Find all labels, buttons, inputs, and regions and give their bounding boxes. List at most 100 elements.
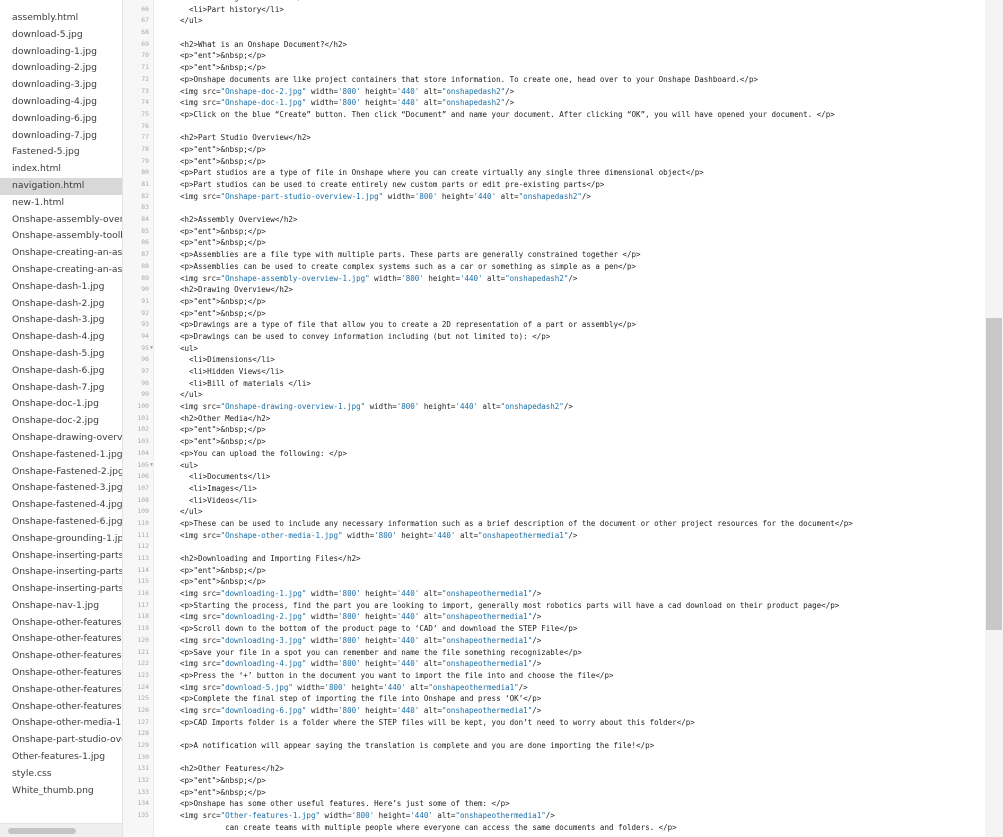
file-item[interactable]: Fastened-5.jpg [0,144,122,161]
file-item[interactable]: Onshape-other-features-2. [0,615,122,632]
file-item[interactable]: Onshape-inserting-parts-1. [0,548,122,565]
file-item[interactable]: downloading-2.jpg [0,60,122,77]
file-item[interactable]: style.css [0,766,122,783]
file-item[interactable]: downloading-6.jpg [0,111,122,128]
file-item[interactable]: Onshape-dash-7.jpg [0,380,122,397]
file-item[interactable]: Onshape-inserting-parts-3. [0,581,122,598]
file-item[interactable]: Onshape-other-features-4. [0,648,122,665]
line-number: 68 [141,28,149,37]
file-item[interactable]: assembly.html [0,10,122,27]
code-line: 90 <h2>Drawing Overview</h2> [123,284,985,296]
code-text: <h2>Drawing Overview</h2> [180,285,293,295]
file-item[interactable]: Onshape-dash-5.jpg [0,346,122,363]
vertical-scroll-thumb[interactable] [986,318,1002,630]
line-number: 88 [141,261,149,270]
code-line: 71 <p>"ent">&nbsp;</p> [123,62,985,74]
file-item[interactable]: Onshape-creating-an-asse [0,262,122,279]
line-number: 118 [137,612,149,621]
line-number: 98 [141,378,149,387]
file-item[interactable]: new-1.html [0,195,122,212]
code-line: 110 <p>These can be used to include any n… [123,518,985,530]
file-item[interactable]: Onshape-fastened-6.jpg [0,514,122,531]
code-line: 115 <p>"ent">&nbsp;</p> [123,576,985,588]
vertical-scrollbar[interactable] [985,0,1003,837]
file-item[interactable]: Onshape-dash-4.jpg [0,329,122,346]
file-item[interactable]: Other-features-1.jpg [0,749,122,766]
code-line: 83 [123,202,985,214]
line-number: 125 [137,694,149,703]
file-item[interactable]: Onshape-creating-an-asse [0,245,122,262]
file-item[interactable]: downloading-3.jpg [0,77,122,94]
code-line: 105 ▼ <ul> [123,460,985,472]
file-item[interactable]: Onshape-fastened-4.jpg [0,497,122,514]
code-line: 87 <p>Assemblies are a file type with mul… [123,249,985,261]
code-line: 123 <p>Press the ‘+’ button in the docume… [123,670,985,682]
line-number: 120 [137,635,149,644]
file-item[interactable]: navigation.html [0,177,122,195]
file-item[interactable]: Onshape-grounding-1.jpg [0,531,122,548]
file-item[interactable]: Onshape-other-features-7. [0,699,122,716]
code-text: <p>Part studios can be used to create en… [180,180,605,189]
file-item[interactable]: download-5.jpg [0,27,122,44]
file-item[interactable]: downloading-7.jpg [0,128,122,145]
file-item[interactable]: Onshape-fastened-3.jpg [0,480,122,497]
file-item[interactable]: Onshape-assembly-overv [0,212,122,229]
line-number: 134 [137,799,149,808]
code-line: 78 <p>"ent">&nbsp;</p> [123,144,985,156]
line-number: 93 [141,320,149,329]
code-line: 66 <li>Part history</li> [123,4,985,16]
file-item[interactable]: White_thumb.png [0,783,122,800]
file-item[interactable]: Onshape-part-studio-overv [0,732,122,749]
line-number: 119 [137,624,149,633]
line-number: 83 [141,203,149,212]
fold-arrow-icon[interactable]: ▼ [150,460,153,472]
code-text: <p>"ent">&nbsp;</p> [180,577,266,587]
file-item[interactable]: Onshape-dash-3.jpg [0,312,122,329]
code-line: 128 [123,728,985,740]
file-item[interactable]: Onshape-assembly-toolba [0,228,122,245]
code-text: <h2>Other Features</h2> [180,764,284,774]
line-number: 74 [141,98,149,107]
line-number: 75 [141,109,149,118]
file-item[interactable]: Onshape-drawing-overview [0,430,122,447]
file-item[interactable]: Onshape-fastened-1.jpg [0,447,122,464]
line-number: 121 [137,647,149,656]
file-item[interactable]: Onshape-Fastened-2.jpg [0,464,122,481]
code-text: <img src="Onshape-other-media-1.jpg" wid… [180,530,578,540]
sidebar-horizontal-scrollbar[interactable] [0,823,122,837]
file-item[interactable]: Onshape-other-features-3. [0,631,122,648]
code-line: 77 <h2>Part Studio Overview</h2> [123,132,985,144]
code-area[interactable]: 65 <li>Sharing information</li>66 <li>Pa… [123,0,985,834]
code-line: 129 <p>A notification will appear saying … [123,740,985,752]
file-item[interactable]: downloading-4.jpg [0,94,122,111]
file-item[interactable]: Onshape-doc-2.jpg [0,413,122,430]
file-sidebar: assembly.html download-5.jpg downloading-1… [0,0,123,837]
file-item[interactable]: Onshape-dash-2.jpg [0,296,122,313]
file-item[interactable]: Onshape-inserting-parts-2. [0,564,122,581]
code-text: <img src="download-5.jpg" width='800' he… [180,682,528,692]
file-item[interactable]: downloading-1.jpg [0,44,122,61]
code-line: 121 <p>Save your file in a spot you can r… [123,647,985,659]
line-number: 131 [137,764,149,773]
code-text: <p>Drawings can be used to convey inform… [180,331,551,341]
line-number: 91 [141,296,149,305]
code-editor[interactable]: 65 <li>Sharing information</li>66 <li>Pa… [123,0,1003,837]
file-item[interactable]: index.html [0,161,122,178]
file-item[interactable]: Onshape-nav-1.jpg [0,598,122,615]
code-text: <p>"ent">&nbsp;</p> [180,296,266,306]
file-item[interactable]: Onshape-other-features-6. [0,682,122,699]
file-item[interactable]: Onshape-dash-6.jpg [0,363,122,380]
fold-arrow-icon[interactable]: ▼ [150,343,153,355]
code-text: <p>"ent">&nbsp;</p> [180,226,266,236]
code-line: 131 <h2>Other Features</h2> [123,763,985,775]
file-item[interactable]: Onshape-dash-1.jpg [0,279,122,296]
file-item[interactable]: Onshape-doc-1.jpg [0,396,122,413]
line-number: 87 [141,250,149,259]
file-item[interactable]: Onshape-other-media-1.jpg [0,715,122,732]
code-line: 134 <p>Onshape has some other useful feat… [123,798,985,810]
sidebar-scroll-thumb[interactable] [8,828,76,834]
code-text: <p>Save your file in a spot you can reme… [180,647,582,657]
line-number: 78 [141,144,149,153]
file-item[interactable]: Onshape-other-features-5. [0,665,122,682]
code-text: <p>"ent">&nbsp;</p> [180,144,266,154]
